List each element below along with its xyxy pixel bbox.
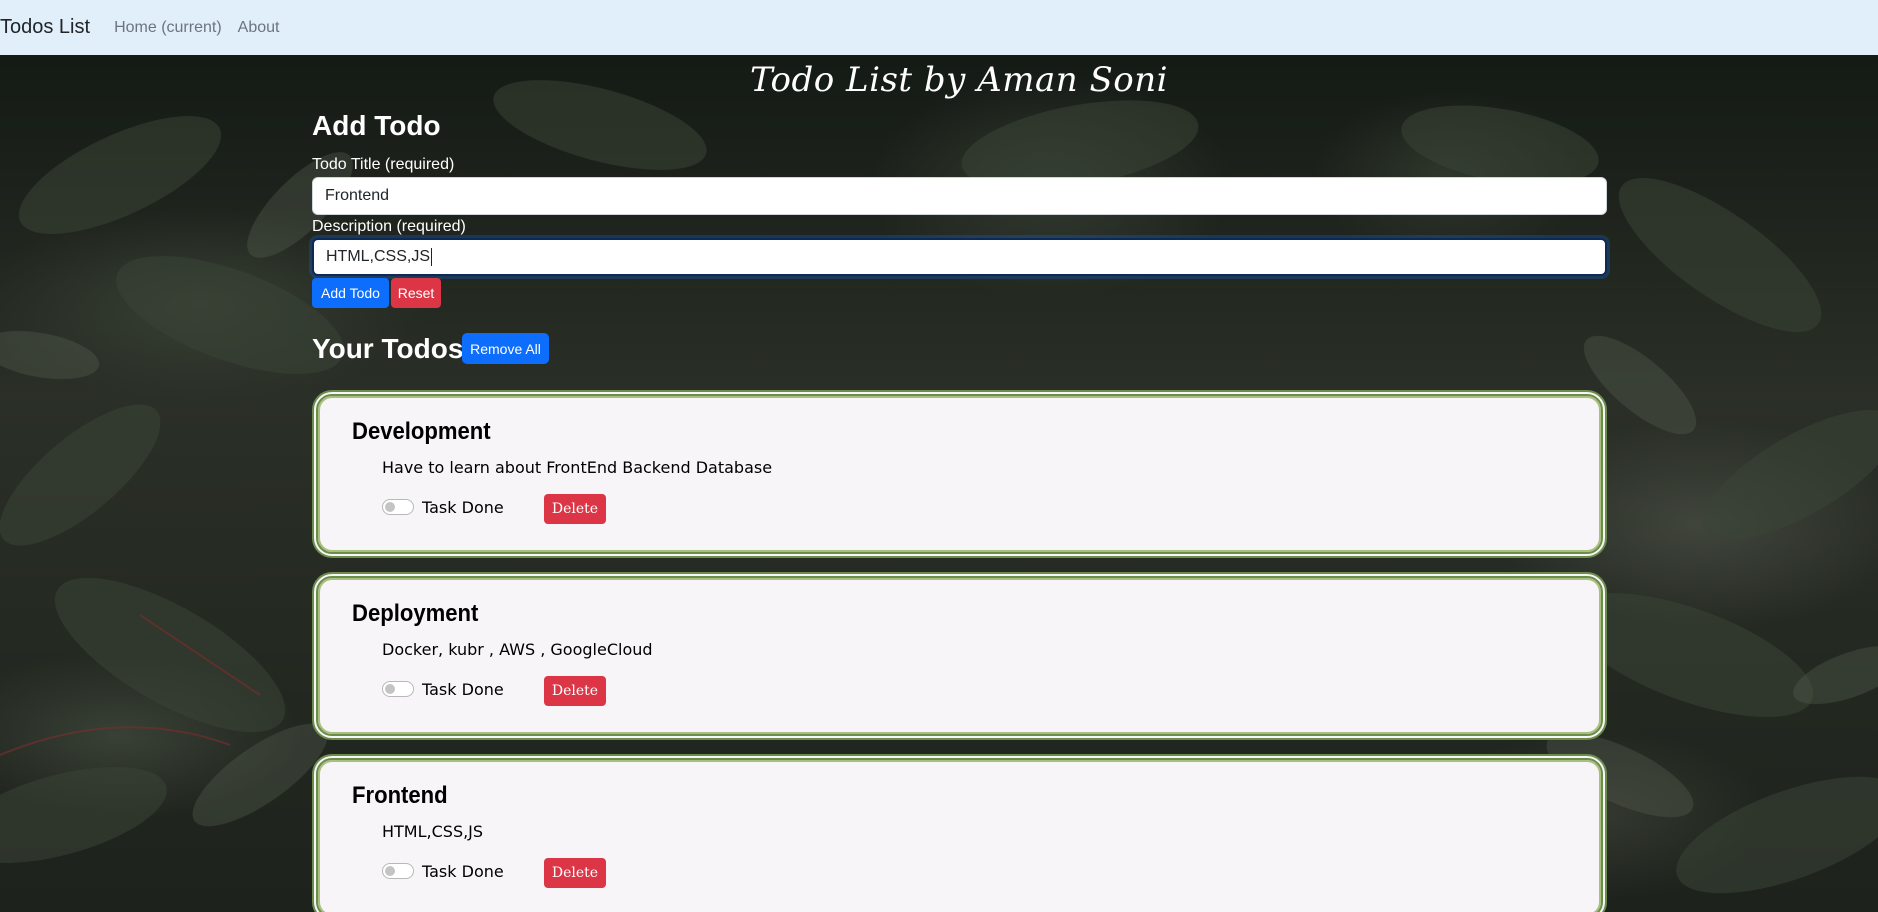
task-done-toggle[interactable] [382, 499, 414, 515]
add-todo-heading: Add Todo [312, 110, 441, 141]
description-label: Description (required) [312, 218, 466, 235]
nav-link-home[interactable]: Home (current) [114, 19, 222, 37]
task-done-label: Task Done [422, 498, 504, 517]
remove-all-button[interactable]: Remove All [462, 333, 549, 364]
todo-card: Deployment Docker, kubr , AWS , GoogleCl… [312, 572, 1607, 740]
description-value: HTML,CSS,JS [326, 248, 431, 265]
delete-button[interactable]: Delete [544, 858, 606, 888]
toggle-knob [385, 684, 395, 694]
navbar-brand[interactable]: Todos List [0, 16, 90, 39]
your-todos-heading: Your Todos [312, 333, 464, 364]
page-title: Todo List by Aman Soni [749, 60, 1168, 100]
delete-button[interactable]: Delete [544, 494, 606, 524]
reset-button[interactable]: Reset [391, 278, 441, 308]
task-done-toggle[interactable] [382, 863, 414, 879]
description-input[interactable]: HTML,CSS,JS [312, 238, 1607, 276]
todo-card: Frontend HTML,CSS,JS Task Done Delete [312, 754, 1607, 912]
task-done-toggle[interactable] [382, 681, 414, 697]
todo-title-input[interactable]: Frontend [312, 177, 1607, 215]
nav-link-about[interactable]: About [238, 19, 280, 37]
todo-title-label: Todo Title (required) [312, 156, 455, 173]
todo-description: HTML,CSS,JS [382, 822, 484, 841]
add-todo-button[interactable]: Add Todo [312, 278, 389, 308]
toggle-knob [385, 502, 395, 512]
todo-description: Have to learn about FrontEnd Backend Dat… [382, 458, 773, 477]
delete-button[interactable]: Delete [544, 676, 606, 706]
task-done-label: Task Done [422, 680, 504, 699]
todo-card: Development Have to learn about FrontEnd… [312, 390, 1607, 558]
navbar: Todos List Home (current) About [0, 0, 1878, 55]
task-done-label: Task Done [422, 862, 504, 881]
toggle-knob [385, 866, 395, 876]
todo-title-value: Frontend [325, 187, 390, 204]
todo-title: Frontend [352, 782, 448, 809]
text-caret [431, 248, 433, 266]
todo-description: Docker, kubr , AWS , GoogleCloud [382, 640, 653, 659]
todo-title: Deployment [352, 600, 479, 627]
todo-title: Development [352, 418, 491, 445]
